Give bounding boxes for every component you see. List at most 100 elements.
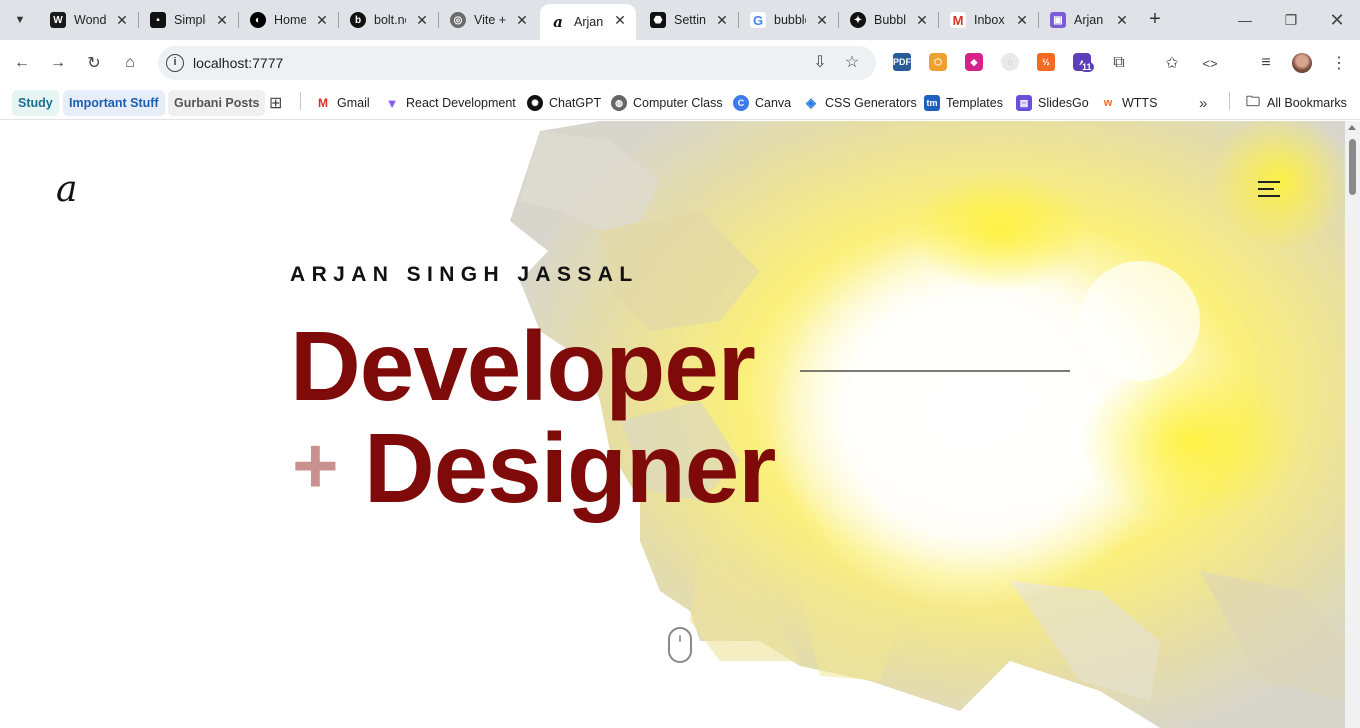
bookmark-chatgpt[interactable]: ✺ ChatGPT [527, 90, 601, 116]
media-control-icon[interactable]: ≡ [1253, 50, 1279, 76]
scroll-mouse-icon[interactable] [668, 627, 692, 663]
scrollbar-thumb[interactable] [1349, 139, 1356, 195]
folder-icon: 🗀 [1245, 93, 1261, 111]
settings-favicon-icon: ⬣ [650, 12, 666, 28]
gmail-icon: M [315, 95, 331, 111]
close-icon[interactable]: ✕ [1014, 12, 1030, 28]
hamburger-menu-icon[interactable] [1258, 181, 1280, 199]
tab-arjan-2[interactable]: ▣ Arjan ✕ [1040, 4, 1138, 36]
tab-settings[interactable]: ⬣ Settings ✕ [640, 4, 739, 36]
openai-icon: ✺ [527, 95, 543, 111]
profile-avatar[interactable] [1292, 53, 1312, 73]
tab-bubble[interactable]: ✦ Bubble ✕ [840, 4, 939, 36]
close-icon[interactable]: ✕ [214, 12, 230, 28]
tm-icon: tm [924, 95, 940, 111]
bookmark-wtts[interactable]: w WTTS [1100, 90, 1157, 116]
tab-wonder[interactable]: W Wonder ✕ [40, 4, 139, 36]
close-window-button[interactable]: ✕ [1314, 0, 1360, 40]
tab-title: Arjan [1074, 13, 1104, 27]
restore-button[interactable]: ❐ [1268, 0, 1314, 40]
tab-title: Settings [674, 13, 706, 27]
new-tab-button[interactable]: + [1144, 8, 1166, 30]
tab-arjan-active[interactable]: a Arjan ✕ [540, 4, 636, 40]
hexagon-extension-icon[interactable]: ⬡ [929, 53, 947, 71]
zotero-extension-icon[interactable]: ½ [1037, 53, 1055, 71]
google-favicon-icon: G [750, 12, 766, 28]
bookmark-canva[interactable]: C Canva [733, 90, 791, 116]
tab-simple[interactable]: ▪ Simple ✕ [140, 4, 239, 36]
vite-icon: ▼ [384, 95, 400, 111]
minimize-button[interactable]: — [1222, 0, 1268, 40]
grey-extension-icon[interactable]: ◌ [1001, 53, 1019, 71]
tab-inbox[interactable]: M Inbox ✕ [940, 4, 1039, 36]
close-icon[interactable]: ✕ [514, 12, 530, 28]
bubble-favicon-icon: ✦ [850, 12, 866, 28]
wtts-icon: w [1100, 95, 1116, 111]
gmail-favicon-icon: M [950, 12, 966, 28]
home-button[interactable]: ⌂ [117, 50, 143, 76]
layers-icon: ◈ [803, 95, 819, 111]
bookmark-label: Canva [755, 96, 792, 110]
site-info-icon[interactable]: i [166, 54, 184, 72]
slidesgo-icon: ▤ [1016, 95, 1032, 111]
bookmark-label: WTTS [1122, 96, 1158, 110]
tab-title: bubble [774, 13, 806, 27]
tab-title: Bubble [874, 13, 906, 27]
back-button[interactable]: ← [9, 50, 35, 76]
tab-title: Arjan [574, 15, 604, 29]
tab-title: Vite + React [474, 13, 506, 27]
globe-icon: ◍ [611, 95, 627, 111]
close-icon[interactable]: ✕ [1114, 12, 1130, 28]
bookmark-star-icon[interactable]: ☆ [842, 53, 862, 73]
tab-search-button[interactable]: ▼ [6, 6, 34, 34]
bookmark-label: All Bookmarks [1267, 96, 1347, 110]
bookmark-slidesgo[interactable]: ▤ SlidesGo [1016, 90, 1089, 116]
cube-extension-icon[interactable]: ◆ [965, 53, 983, 71]
close-icon[interactable]: ✕ [414, 12, 430, 28]
extension-badge: 11 [1080, 62, 1094, 72]
reading-list-icon[interactable]: ✩ [1159, 50, 1185, 76]
forward-button[interactable]: → [45, 50, 71, 76]
bookmark-label: ChatGPT [549, 96, 602, 110]
browser-toolbar: ← → ↻ ⌂ i localhost:7777 ⇩ ☆ PDF ⬡ ◆ ◌ ½… [0, 40, 1360, 86]
bookmark-label: Templates [946, 96, 1003, 110]
install-app-icon[interactable]: ⇩ [810, 53, 830, 73]
tab-vite[interactable]: ◎ Vite + React ✕ [440, 4, 538, 36]
bookmark-label: React Development [406, 96, 516, 110]
devtools-code-icon[interactable]: <> [1197, 50, 1223, 76]
page-scrollbar[interactable] [1345, 121, 1360, 728]
tab-bolt[interactable]: b bolt.new ✕ [340, 4, 439, 36]
bookmark-react-development[interactable]: ▼ React Development [384, 90, 516, 116]
tab-title: bolt.new [374, 13, 406, 27]
canva-icon: C [733, 95, 749, 111]
bookmark-computer-class[interactable]: ◍ Computer Class [611, 90, 723, 116]
address-bar[interactable]: i localhost:7777 ⇩ ☆ [158, 46, 876, 80]
tab-home[interactable]: ◐ Home ✕ [240, 4, 339, 36]
apps-grid-icon[interactable]: ⊞ [269, 90, 282, 116]
more-bookmarks-chevron-icon[interactable]: » [1199, 90, 1207, 116]
close-icon[interactable]: ✕ [114, 12, 130, 28]
close-icon[interactable]: ✕ [714, 12, 730, 28]
all-bookmarks-button[interactable]: 🗀 All Bookmarks [1245, 90, 1347, 116]
bookmark-gurbani-posts[interactable]: Gurbani Posts [168, 90, 266, 116]
tab-google-bubble[interactable]: G bubble ✕ [740, 4, 839, 36]
extensions-puzzle-icon[interactable]: ⧉ [1106, 50, 1132, 76]
pdf-extension-icon[interactable]: PDF [893, 53, 911, 71]
close-icon[interactable]: ✕ [314, 12, 330, 28]
close-icon[interactable]: ✕ [612, 12, 628, 28]
chevron-down-icon: ▼ [14, 14, 26, 26]
reload-button[interactable]: ↻ [81, 50, 107, 76]
bookmark-study[interactable]: Study [12, 90, 59, 116]
bookmark-important-stuff[interactable]: Important Stuff [63, 90, 165, 116]
bookmark-gmail[interactable]: M Gmail [315, 90, 370, 116]
menu-kebab-icon[interactable]: ⋮ [1326, 50, 1352, 76]
bookmark-templates[interactable]: tm Templates [924, 90, 1003, 116]
close-icon[interactable]: ✕ [914, 12, 930, 28]
scroll-up-arrow-icon[interactable] [1348, 125, 1356, 130]
site-logo[interactable]: a [56, 169, 77, 210]
close-icon[interactable]: ✕ [814, 12, 830, 28]
bookmark-css-generators[interactable]: ◈ CSS Generators [803, 90, 917, 116]
globe-favicon-icon: ◎ [450, 12, 466, 28]
bolt-favicon-icon: b [350, 12, 366, 28]
url-text[interactable]: localhost:7777 [193, 55, 283, 71]
